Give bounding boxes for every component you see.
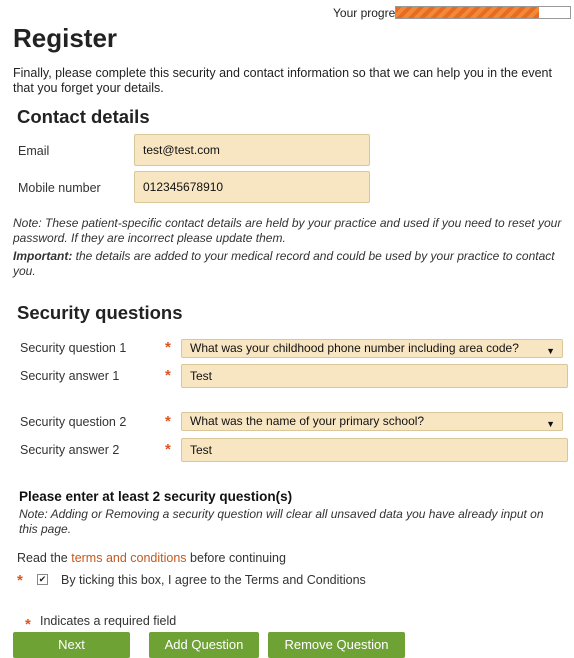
security-question-1-select[interactable]: What was your childhood phone number inc… [181, 339, 563, 358]
contact-details-heading: Contact details [17, 106, 150, 127]
important-label: Important: [13, 249, 73, 263]
terms-link[interactable]: terms and conditions [71, 551, 186, 565]
add-question-button[interactable]: Add Question [149, 632, 259, 658]
security-question-1-value: What was your childhood phone number inc… [190, 341, 519, 355]
intro-text: Finally, please complete this security a… [13, 66, 552, 95]
security-question-1-label: Security question 1 [20, 341, 127, 355]
terms-read-line: Read the terms and conditions before con… [17, 551, 286, 565]
important-note: Important: the details are added to your… [13, 249, 574, 279]
mobile-number-field[interactable] [134, 171, 370, 203]
important-text: the details are added to your medical re… [13, 249, 555, 278]
security-question-2-label: Security question 2 [20, 415, 127, 429]
security-questions-heading: Security questions [17, 302, 183, 323]
chevron-down-icon: ▼ [546, 346, 555, 356]
terms-prefix: Read the [17, 551, 72, 565]
security-answer-2-field[interactable] [181, 438, 568, 462]
security-question-2-select[interactable]: What was the name of your primary school… [181, 412, 563, 431]
next-button[interactable]: Next [13, 632, 130, 658]
email-field[interactable] [134, 134, 370, 166]
security-answer-1-label: Security answer 1 [20, 369, 120, 383]
contact-note: Note: These patient-specific contact det… [13, 216, 562, 245]
required-field-legend: Indicates a required field [40, 614, 177, 628]
required-marker: * [165, 413, 171, 430]
security-question-2-value: What was the name of your primary school… [190, 414, 425, 428]
terms-agree-label: By ticking this box, I agree to the Term… [61, 573, 366, 587]
security-answer-1-field[interactable] [181, 364, 568, 388]
minimum-questions-heading: Please enter at least 2 security questio… [19, 489, 293, 504]
email-label: Email [18, 144, 50, 158]
required-marker: * [25, 616, 31, 633]
progress-fill [396, 7, 539, 18]
terms-checkbox[interactable]: ✔ [37, 574, 48, 585]
required-marker: * [165, 339, 171, 356]
security-answer-2-label: Security answer 2 [20, 443, 120, 457]
progress-bar [395, 6, 571, 19]
terms-suffix: before continuing [186, 551, 286, 565]
remove-question-button[interactable]: Remove Question [268, 632, 405, 658]
required-marker: * [17, 572, 23, 589]
required-marker: * [165, 367, 171, 384]
page-title: Register [13, 23, 118, 53]
required-marker: * [165, 441, 171, 458]
chevron-down-icon: ▼ [546, 419, 555, 429]
mobile-number-label: Mobile number [18, 181, 101, 195]
add-remove-note: Note: Adding or Removing a security ques… [19, 507, 544, 536]
